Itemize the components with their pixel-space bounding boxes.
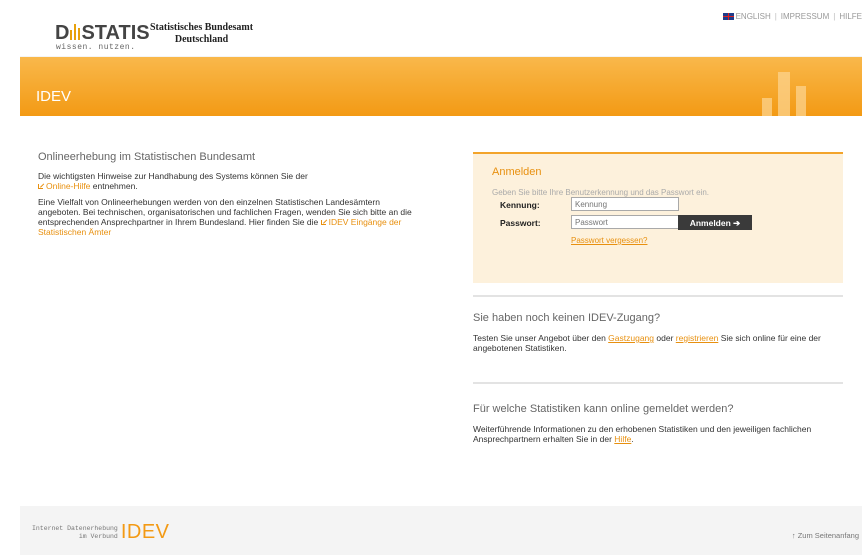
section-divider xyxy=(473,382,843,384)
intro-p1-text: Die wichtigsten Hinweise zur Handhabung … xyxy=(38,171,308,181)
intro-heading: Onlineerhebung im Statistischen Bundesam… xyxy=(38,151,256,163)
separator: | xyxy=(833,12,836,21)
which-stats-section: Für welche Statistiken kann online gemel… xyxy=(473,403,848,444)
passwort-label: Passwort: xyxy=(500,218,541,228)
anmelden-button-label: Anmelden xyxy=(689,218,731,228)
intro-paragraph-1: Die wichtigsten Hinweise zur Handhabung … xyxy=(38,171,413,191)
no-access-text-1: Testen Sie unser Angebot über den xyxy=(473,333,606,343)
kennung-input[interactable] xyxy=(571,197,679,211)
online-hilfe-link[interactable]: Online-Hilfe xyxy=(46,181,90,191)
external-link-icon xyxy=(38,182,45,189)
kennung-label: Kennung: xyxy=(500,200,540,210)
which-stats-text-2: . xyxy=(631,434,634,444)
uk-flag-icon xyxy=(722,13,734,20)
footer-idev-logo[interactable]: Internet Datenerhebung im Verbund IDEV xyxy=(32,521,170,544)
hilfe-link[interactable]: HILFE xyxy=(839,12,862,21)
organization-name: Statistisches Bundesamt Deutschland xyxy=(150,22,253,46)
main-content: Onlineerhebung im Statistischen Bundesam… xyxy=(20,116,862,506)
site-footer: Internet Datenerhebung im Verbund IDEV ↑ Z… xyxy=(20,506,862,555)
site-header: D STATIS wissen. nutzen. Statistisches Bu… xyxy=(20,0,862,56)
hilfe-inline-link[interactable]: Hilfe xyxy=(614,434,631,444)
logo-wordmark-text: STATIS xyxy=(81,22,150,44)
footer-tagline-line1: Internet Datenerhebung xyxy=(32,524,118,532)
org-name-line1: Statistisches Bundesamt xyxy=(150,22,254,33)
which-stats-text-1: Weiterführende Informationen zu den erho… xyxy=(473,424,812,444)
which-stats-text: Weiterführende Informationen zu den erho… xyxy=(473,424,848,444)
footer-logo-tagline: Internet Datenerhebung im Verbund xyxy=(32,525,118,541)
arrow-right-icon: ➔ xyxy=(733,218,741,228)
no-access-section: Sie haben noch keinen IDEV-Zugang? Teste… xyxy=(473,312,848,353)
logo-wordmark: D STATIS xyxy=(55,22,150,44)
english-link[interactable]: ENGLISH xyxy=(736,12,771,21)
separator: | xyxy=(774,12,777,21)
footer-idev-wordmark: IDEV xyxy=(120,521,170,543)
no-access-text-2: oder xyxy=(656,333,674,343)
orange-banner: IDEV xyxy=(20,57,862,116)
no-access-text: Testen Sie unser Angebot über den Gastzu… xyxy=(473,333,848,353)
impressum-link[interactable]: IMPRESSUM xyxy=(781,12,829,21)
top-links: ENGLISH | IMPRESSUM | HILFE xyxy=(722,12,862,21)
anmelden-button[interactable]: Anmelden ➔ xyxy=(678,215,752,230)
zum-seitenanfang-link[interactable]: ↑ Zum Seitenanfang xyxy=(792,531,859,540)
intro-paragraph-2: Eine Vielfalt von Onlineerhebungen werde… xyxy=(38,197,413,237)
which-stats-heading: Für welche Statistiken kann online gemel… xyxy=(473,403,734,415)
login-title: Anmelden xyxy=(492,166,542,178)
intro-p1-end: entnehmen. xyxy=(92,181,138,191)
registrieren-link[interactable]: registrieren xyxy=(676,333,719,343)
banner-bars-graphic xyxy=(762,66,822,116)
footer-tagline-line2: im Verbund xyxy=(78,532,118,540)
login-hint: Geben Sie bitte Ihre Benutzerkennung und… xyxy=(492,188,710,197)
gastzugang-link[interactable]: Gastzugang xyxy=(608,333,654,343)
intro-section: Onlineerhebung im Statistischen Bundesam… xyxy=(38,151,413,237)
no-access-heading: Sie haben noch keinen IDEV-Zugang? xyxy=(473,312,661,324)
logo-bars-icon xyxy=(70,24,81,40)
banner-title: IDEV xyxy=(36,88,72,105)
section-divider xyxy=(473,295,843,297)
logo-tagline: wissen. nutzen. xyxy=(56,43,136,52)
external-link-icon xyxy=(320,218,328,225)
login-box: Anmelden Geben Sie bitte Ihre Benutzerke… xyxy=(473,152,843,283)
passwort-vergessen-link[interactable]: Passwort vergessen? xyxy=(571,236,647,245)
passwort-input[interactable] xyxy=(571,215,679,229)
org-name-line2: Deutschland xyxy=(174,34,229,45)
